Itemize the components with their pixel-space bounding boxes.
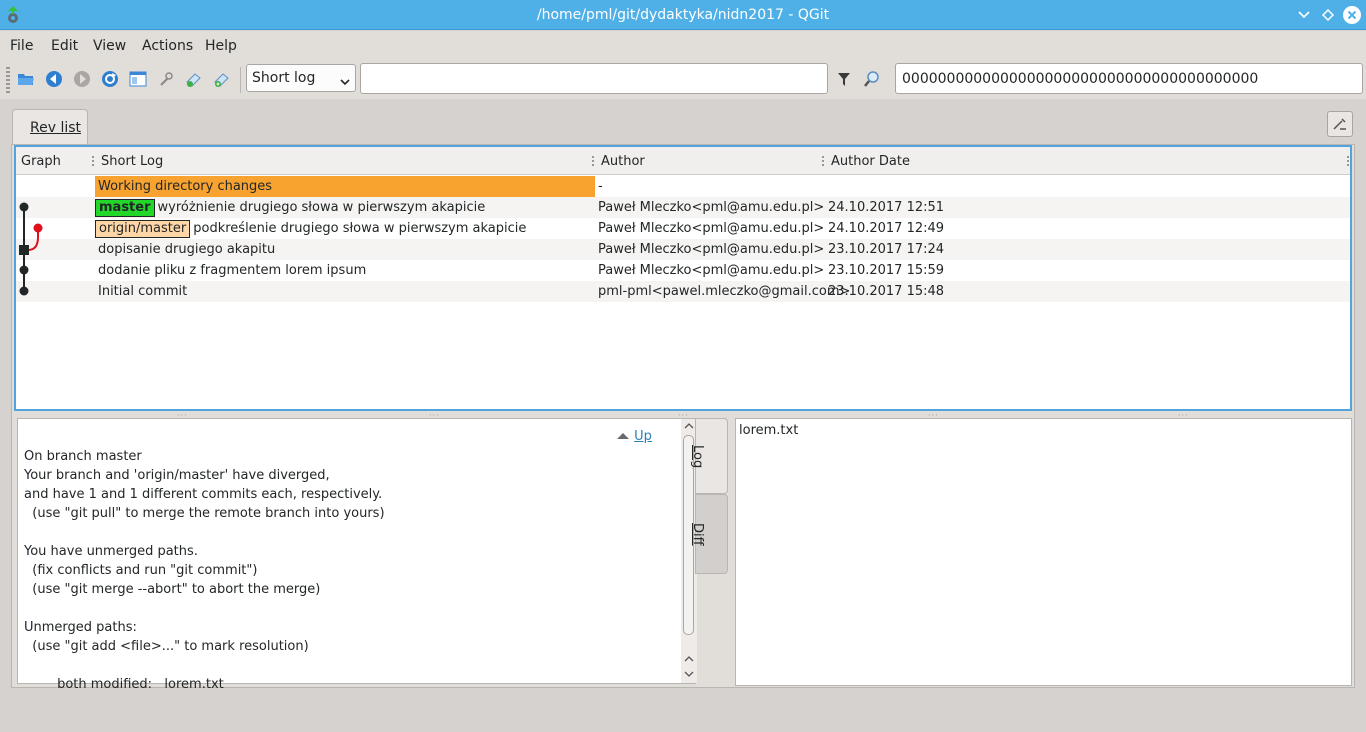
table-row[interactable]: Working directory changes - [16,176,1350,197]
toolbar-separator [240,67,241,93]
column-resize-handle[interactable] [822,156,824,166]
row-date: 23.10.2017 17:24 [828,242,945,257]
header-graph[interactable]: Graph [21,154,61,169]
graph-merge-node [19,245,29,255]
close-tab-button[interactable] [1327,111,1353,137]
tab-log[interactable]: Log [690,418,728,494]
row-author: Paweł Mleczko<pml@amu.edu.pl> [598,242,825,257]
branch-badge-origin-master: origin/master [95,220,191,238]
graph-node [33,223,43,233]
column-resize-handle[interactable] [1347,156,1349,166]
up-button[interactable]: Up [616,429,652,444]
filter-toggle-icon[interactable] [833,68,855,90]
row-author: pml-pml<pawel.mleczko@gmail.com> [598,284,851,299]
scroll-down-icon [684,671,694,677]
open-folder-icon[interactable] [15,68,37,90]
main-area: Rev list Graph Short Log Author Author D… [11,108,1355,692]
menu-actions[interactable]: Actions [142,38,193,54]
tab-diff-label: Diff [690,523,705,546]
up-label: Up [634,429,652,444]
row-log: dodanie pliku z fragmentem lorem ipsum [98,263,367,278]
row-log: Initial commit [98,284,188,299]
file-list-pane[interactable]: lorem.txt [735,418,1352,686]
row-log: Working directory changes [98,179,273,194]
tab-rev-list[interactable]: Rev list [12,109,88,144]
file-list-item[interactable]: lorem.txt [739,423,798,438]
menu-edit[interactable]: Edit [51,38,78,54]
forward-icon[interactable] [71,68,93,90]
toolbar: Short log [0,59,1366,99]
column-resize-handle[interactable] [92,156,94,166]
header-author-date[interactable]: Author Date [831,154,910,169]
rev-list-table[interactable]: Graph Short Log Author Author Date Worki… [14,145,1352,411]
tab-log-label: Log [690,445,705,469]
row-author: Paweł Mleczko<pml@amu.edu.pl> [598,263,825,278]
row-author: Paweł Mleczko<pml@amu.edu.pl> [598,200,825,215]
row-log-cell: origin/master podkreślenie drugiego słowa… [95,220,526,238]
table-row[interactable]: Initial commit pml-pml<pawel.mleczko@gma… [16,281,1350,302]
tab-rev-list-label: Rev list [30,120,82,136]
row-author: - [598,179,603,194]
table-header: Graph Short Log Author Author Date [16,147,1350,175]
menu-file[interactable]: File [10,38,33,54]
view-icon[interactable] [127,68,149,90]
patch-format-icon[interactable] [211,68,233,90]
refresh-icon[interactable] [99,68,121,90]
table-row[interactable]: dodanie pliku z fragmentem lorem ipsum P… [16,260,1350,281]
table-row[interactable]: dopisanie drugiego akapitu Paweł Mleczko… [16,239,1350,260]
branch-badge-master: master [95,199,155,217]
menu-bar: File Edit View Actions Help [0,31,1366,59]
column-resize-handle[interactable] [592,156,594,166]
close-window-button[interactable] [1341,4,1363,26]
maximize-button[interactable] [1317,4,1339,26]
graph-node [19,265,29,275]
graph-line-branch [27,230,39,251]
header-author[interactable]: Author [601,154,645,169]
sha-input[interactable] [895,63,1363,94]
menu-help[interactable]: Help [205,38,237,54]
graph-node [19,286,29,296]
row-log: dopisanie drugiego akapitu [98,242,276,257]
scroll-up-icon [684,423,694,429]
view-mode-value: Short log [252,70,316,86]
row-date: 23.10.2017 15:48 [828,284,945,299]
table-row[interactable]: master wyróżnienie drugiego słowa w pierw… [16,197,1350,218]
title-bar: /home/pml/git/dydaktyka/nidn2017 - QGit [0,0,1366,30]
row-log-cell: master wyróżnienie drugiego słowa w pierw… [95,199,485,217]
row-date: 24.10.2017 12:49 [828,221,945,236]
scroll-up-icon [684,656,694,662]
graph-node [19,202,29,212]
row-date: 24.10.2017 12:51 [828,200,945,215]
row-log: podkreślenie drugiego słowa w pierwszym … [193,221,527,236]
chevron-down-icon [340,74,350,90]
row-author: Paweł Mleczko<pml@amu.edu.pl> [598,221,825,236]
minimize-button[interactable] [1293,4,1315,26]
commit-graph [19,202,43,296]
working-dir-cell: Working directory changes [95,176,595,197]
header-short-log[interactable]: Short Log [101,154,163,169]
menu-view[interactable]: View [93,38,126,54]
back-icon[interactable] [43,68,65,90]
patch-apply-icon[interactable] [183,68,205,90]
toolbar-grip[interactable] [6,67,10,93]
find-icon[interactable] [861,68,883,90]
row-date: 23.10.2017 15:59 [828,263,945,278]
log-pane[interactable]: Up On branch master Your branch and 'ori… [17,418,697,692]
row-log: wyróżnienie drugiego słowa w pierwszym a… [157,200,486,215]
log-text: On branch master Your branch and 'origin… [24,449,385,692]
table-row[interactable]: origin/master podkreślenie drugiego słowa… [16,218,1350,239]
tab-diff[interactable]: Diff [690,494,728,574]
view-mode-select[interactable]: Short log [246,64,356,92]
window-title: /home/pml/git/dydaktyka/nidn2017 - QGit [536,7,830,23]
up-arrow-icon [616,429,634,444]
filter-input[interactable] [360,63,828,94]
tools-icon[interactable] [155,68,177,90]
